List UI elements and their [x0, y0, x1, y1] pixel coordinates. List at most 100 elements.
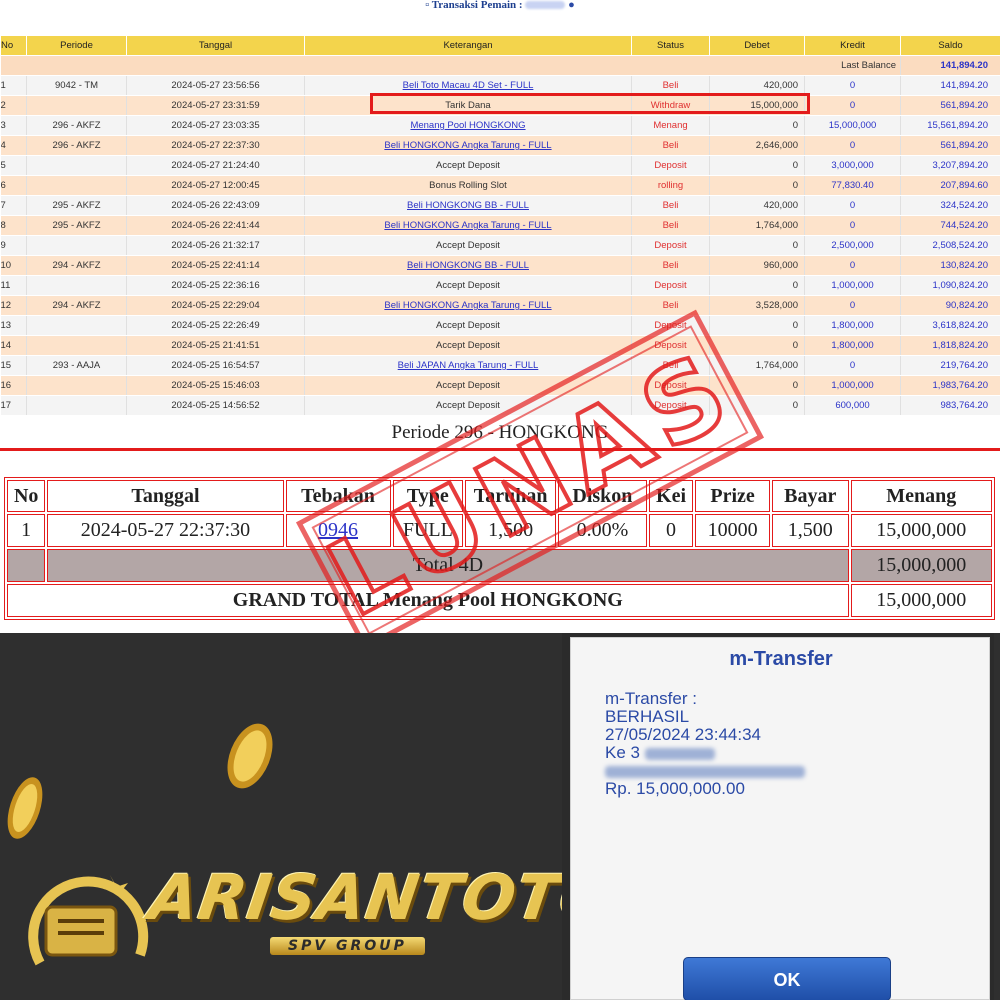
cell-tanggal: 2024-05-25 16:54:57 — [126, 355, 305, 376]
cell-keterangan: Bonus Rolling Slot — [304, 175, 632, 196]
cell-periode: 295 - AKFZ — [26, 195, 127, 216]
cell-keterangan: Accept Deposit — [304, 155, 632, 176]
cell-debet: 960,000 — [709, 255, 805, 276]
cell-status: Deposit — [631, 275, 710, 296]
cell-debet: 0 — [709, 175, 805, 196]
transfer-details: m-Transfer : BERHASIL 27/05/2024 23:44:3… — [605, 690, 805, 798]
win-tebakan-link[interactable]: 0946 — [285, 514, 391, 547]
cell-kredit: 0 — [804, 355, 901, 376]
transaction-row: 9 2024-05-26 21:32:17 Accept Deposit Deposi… — [0, 235, 1000, 256]
cell-debet: 0 — [709, 375, 805, 396]
caption-label: Pemain : — [480, 0, 523, 11]
transaction-row: 4 296 - AKFZ 2024-05-27 22:37:30 Beli HONGK… — [0, 135, 1000, 156]
transfer-status: BERHASIL — [605, 707, 690, 726]
win-header-taruhan: Taruhan — [465, 480, 556, 512]
win-type: FULL — [392, 514, 464, 547]
cell-keterangan-link[interactable]: Beli HONGKONG Angka Tarung - FULL — [304, 135, 632, 156]
cell-kredit: 0 — [804, 135, 901, 156]
cell-periode — [26, 275, 127, 296]
grand-total-label: GRAND TOTAL Menang Pool HONGKONG — [7, 584, 849, 617]
player-name-blurred — [525, 1, 566, 10]
cell-periode: 293 - AAJA — [26, 355, 127, 376]
cell-no: 12 — [0, 295, 27, 316]
cell-tanggal: 2024-05-27 22:37:30 — [126, 135, 305, 156]
cell-kredit: 77,830.40 — [804, 175, 901, 196]
column-header-periode: Periode — [26, 35, 127, 56]
cell-debet: 2,646,000 — [709, 135, 805, 156]
cell-saldo: 3,207,894.20 — [900, 155, 1000, 176]
cell-status: Menang — [631, 115, 710, 136]
total-value: 15,000,000 — [850, 549, 992, 582]
cell-kredit: 0 — [804, 75, 901, 96]
cell-tanggal: 2024-05-26 22:43:09 — [126, 195, 305, 216]
red-divider — [0, 448, 1000, 451]
cell-tanggal: 2024-05-25 22:29:04 — [126, 295, 305, 316]
cell-keterangan-link[interactable]: Beli HONGKONG Angka Tarung - FULL — [304, 295, 632, 316]
win-prize: 10000 — [695, 514, 770, 547]
cell-no: 15 — [0, 355, 27, 376]
cell-saldo: 561,894.20 — [900, 95, 1000, 116]
cell-keterangan: Accept Deposit — [304, 395, 632, 416]
cell-debet: 0 — [709, 335, 805, 356]
cell-debet: 1,764,000 — [709, 355, 805, 376]
win-diskon: 0.00% — [558, 514, 647, 547]
cell-status: Beli — [631, 195, 710, 216]
periode-title: Periode 296 - HONGKONG — [391, 422, 609, 443]
cell-tanggal: 2024-05-25 14:56:52 — [126, 395, 305, 416]
grand-total-value: 15,000,000 — [850, 584, 992, 617]
win-header-tanggal: Tanggal — [47, 480, 284, 512]
cell-debet: 15,000,000 — [709, 95, 805, 116]
win-bayar: 1,500 — [771, 514, 849, 547]
recipient-name-blurred — [605, 765, 805, 778]
ok-button[interactable]: OK — [683, 957, 891, 1000]
transfer-destination: Ke 3 — [605, 744, 805, 762]
cell-kredit: 0 — [804, 215, 901, 236]
win-header-kei: Kei — [648, 480, 694, 512]
cell-debet: 0 — [709, 235, 805, 256]
cell-tanggal: 2024-05-27 23:31:59 — [126, 95, 305, 116]
cell-keterangan: Accept Deposit — [304, 275, 632, 296]
cell-keterangan-link[interactable]: Menang Pool HONGKONG — [304, 115, 632, 136]
column-header-status: Status — [631, 35, 710, 56]
last-balance-row: Last Balance 141,894.20 — [0, 55, 1000, 76]
cell-keterangan-link[interactable]: Beli HONGKONG Angka Tarung - FULL — [304, 215, 632, 236]
cell-kredit: 0 — [804, 295, 901, 316]
cell-no: 8 — [0, 215, 27, 236]
win-header-tebakan: Tebakan — [285, 480, 391, 512]
cell-tanggal: 2024-05-25 22:36:16 — [126, 275, 305, 296]
cell-debet: 3,528,000 — [709, 295, 805, 316]
cell-tanggal: 2024-05-25 22:26:49 — [126, 315, 305, 336]
cell-kredit: 15,000,000 — [804, 115, 901, 136]
cell-tanggal: 2024-05-25 15:46:03 — [126, 375, 305, 396]
cell-keterangan-link[interactable]: Beli JAPAN Angka Tarung - FULL — [304, 355, 632, 376]
cell-status: Deposit — [631, 335, 710, 356]
transfer-datetime: 27/05/2024 23:44:34 — [605, 725, 761, 744]
cell-periode: 9042 - TM — [26, 75, 127, 96]
phone-screen: m-Transfer m-Transfer : BERHASIL 27/05/2… — [570, 637, 990, 1000]
winning-table: No Tanggal Tebakan Type Taruhan Diskon Kei Priz… — [4, 477, 995, 620]
cell-kredit: 1,800,000 — [804, 315, 901, 336]
cell-keterangan-link[interactable]: Beli Toto Macau 4D Set - FULL — [304, 75, 632, 96]
cell-status: Beli — [631, 135, 710, 156]
cell-status: Deposit — [631, 155, 710, 176]
total-row: Total 4D 15,000,000 — [7, 549, 992, 582]
cell-keterangan: Accept Deposit — [304, 375, 632, 396]
last-balance-label: Last Balance — [0, 55, 901, 76]
cell-status: Deposit — [631, 315, 710, 336]
cell-periode: 296 - AKFZ — [26, 115, 127, 136]
transaction-table-header: No Periode Tanggal Keterangan Status Debet Kre… — [0, 35, 1000, 56]
total-label: Total 4D — [47, 549, 849, 582]
column-header-tanggal: Tanggal — [126, 35, 305, 56]
promo-banner: ARISANTOTO SPV GROUP m-Transfer m-Transf… — [0, 633, 1000, 1000]
transaction-row: 11 2024-05-25 22:36:16 Accept Deposit Depos… — [0, 275, 1000, 296]
win-menang: 15,000,000 — [850, 514, 992, 547]
cell-periode — [26, 95, 127, 116]
cell-keterangan-link[interactable]: Beli HONGKONG BB - FULL — [304, 195, 632, 216]
gold-coin-icon — [7, 777, 43, 839]
cell-keterangan-link[interactable]: Beli HONGKONG BB - FULL — [304, 255, 632, 276]
cell-status: Beli — [631, 295, 710, 316]
cell-periode — [26, 375, 127, 396]
column-header-debet: Debet — [709, 35, 805, 56]
cell-periode: 294 - AKFZ — [26, 255, 127, 276]
cell-no: 16 — [0, 375, 27, 396]
